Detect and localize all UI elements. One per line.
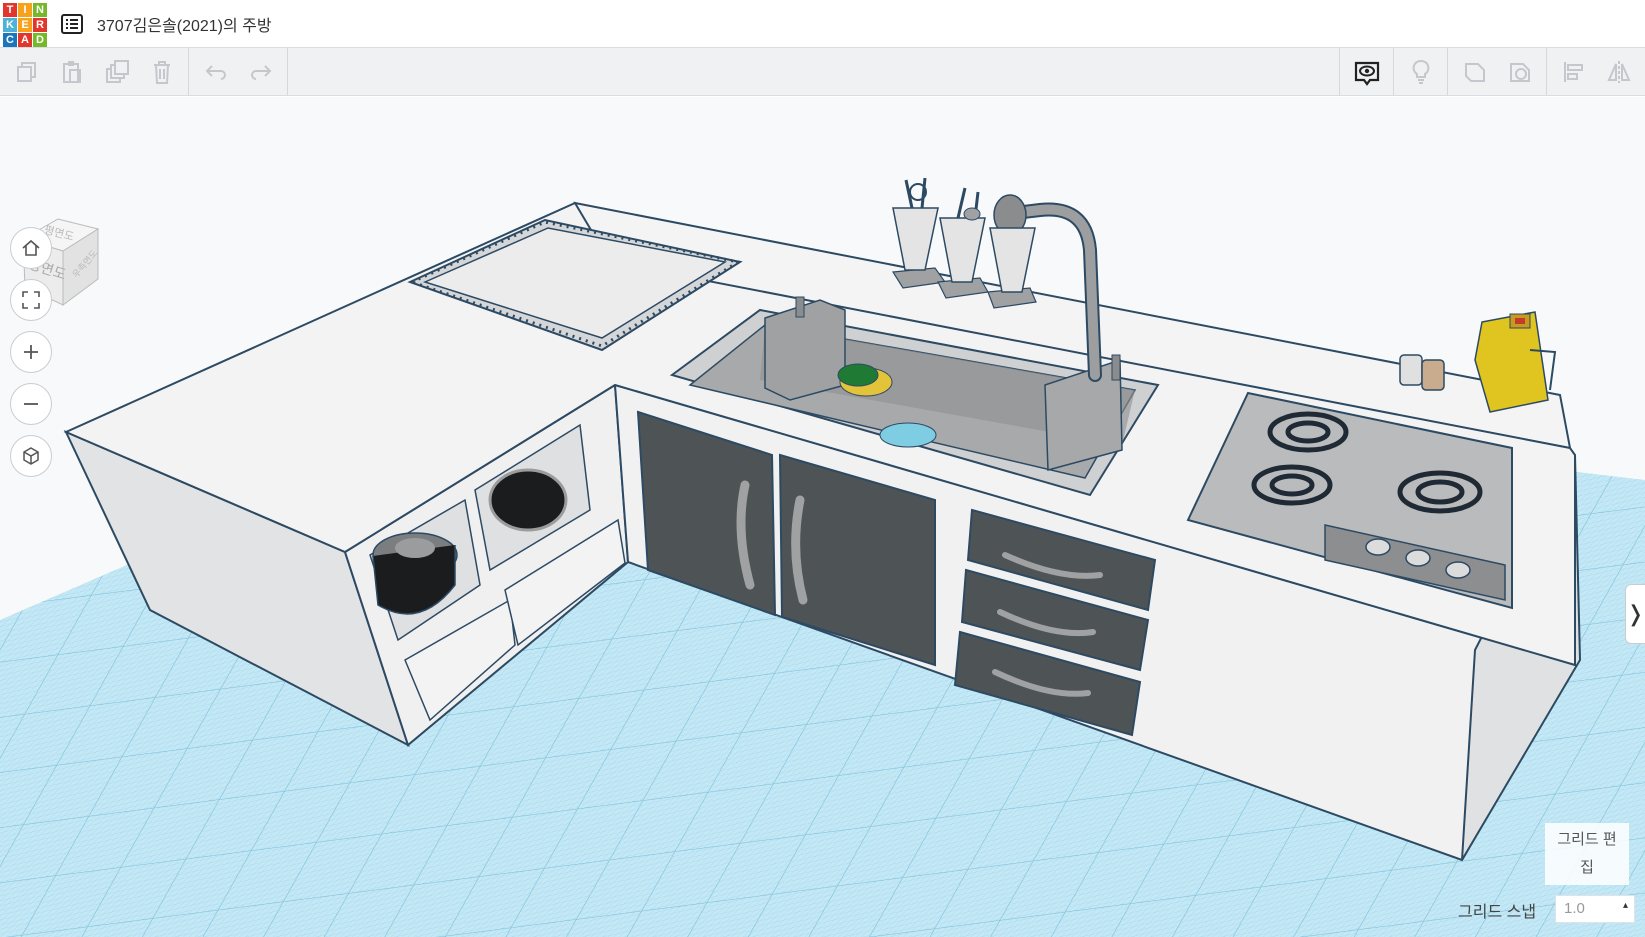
design-list-icon[interactable] xyxy=(59,11,85,37)
grid-edit-button[interactable]: 그리드 편 집 xyxy=(1545,823,1629,885)
arrange-tools-group xyxy=(1546,48,1645,95)
oil-bottle[interactable] xyxy=(1474,311,1557,413)
fit-view-icon[interactable] xyxy=(10,279,52,321)
grid-snap-value: 1.0 xyxy=(1564,900,1585,917)
home-view-icon[interactable] xyxy=(10,227,52,269)
logo-letter: I xyxy=(18,2,32,17)
hole-icon[interactable] xyxy=(1497,48,1542,95)
shape-tools-group xyxy=(1447,48,1546,95)
shape-icon[interactable] xyxy=(1452,48,1497,95)
logo-letter: E xyxy=(18,17,32,32)
logo-letter: C xyxy=(3,32,17,47)
redo-icon[interactable] xyxy=(238,48,283,95)
paste-icon[interactable] xyxy=(49,48,94,95)
logo-letter: K xyxy=(3,17,17,32)
notes-tools-group xyxy=(1393,48,1447,95)
edit-tools-group xyxy=(0,48,189,95)
zoom-in-icon[interactable] xyxy=(10,331,52,373)
copy-icon[interactable] xyxy=(4,48,49,95)
toolbar xyxy=(0,48,1645,96)
grid-edit-label-line2: 집 xyxy=(1580,859,1594,876)
notes-icon[interactable] xyxy=(1398,48,1443,95)
align-icon[interactable] xyxy=(1551,48,1596,95)
grid-edit-label-line1: 그리드 편 xyxy=(1557,831,1617,848)
history-tools-group xyxy=(189,48,288,95)
logo-letter: R xyxy=(33,17,47,32)
workplane-viewport[interactable]: 평면도 정면도 우측면도 ❭ xyxy=(0,97,1645,937)
logo-letter: T xyxy=(3,2,17,17)
design-title[interactable]: 3707김은솔(2021)의 주방 xyxy=(97,12,272,36)
logo-letter: D xyxy=(33,32,47,47)
mirror-icon[interactable] xyxy=(1596,48,1641,95)
tinkercad-logo[interactable]: TIN KER CAD xyxy=(1,1,47,47)
spice-shakers[interactable] xyxy=(1399,354,1445,391)
undo-icon[interactable] xyxy=(193,48,238,95)
show-all-icon[interactable] xyxy=(1344,48,1389,95)
grid-snap-label: 그리드 스냅 xyxy=(1458,904,1537,921)
duplicate-icon[interactable] xyxy=(94,48,139,95)
delete-icon[interactable] xyxy=(139,48,184,95)
view-tools-group xyxy=(1339,48,1393,95)
zoom-out-icon[interactable] xyxy=(10,383,52,425)
panel-toggle-icon[interactable]: ❭ xyxy=(1625,584,1645,644)
grid-snap-select[interactable]: 1.0 ▴ xyxy=(1555,895,1635,923)
projection-icon[interactable] xyxy=(10,435,52,477)
logo-letter: N xyxy=(33,2,47,17)
caret-icon: ▴ xyxy=(1622,900,1628,911)
kitchen-3d-scene[interactable] xyxy=(0,97,1645,937)
top-bar: TIN KER CAD 3707김은솔(2021)의 주방 xyxy=(0,0,1645,48)
logo-letter: A xyxy=(18,32,32,47)
